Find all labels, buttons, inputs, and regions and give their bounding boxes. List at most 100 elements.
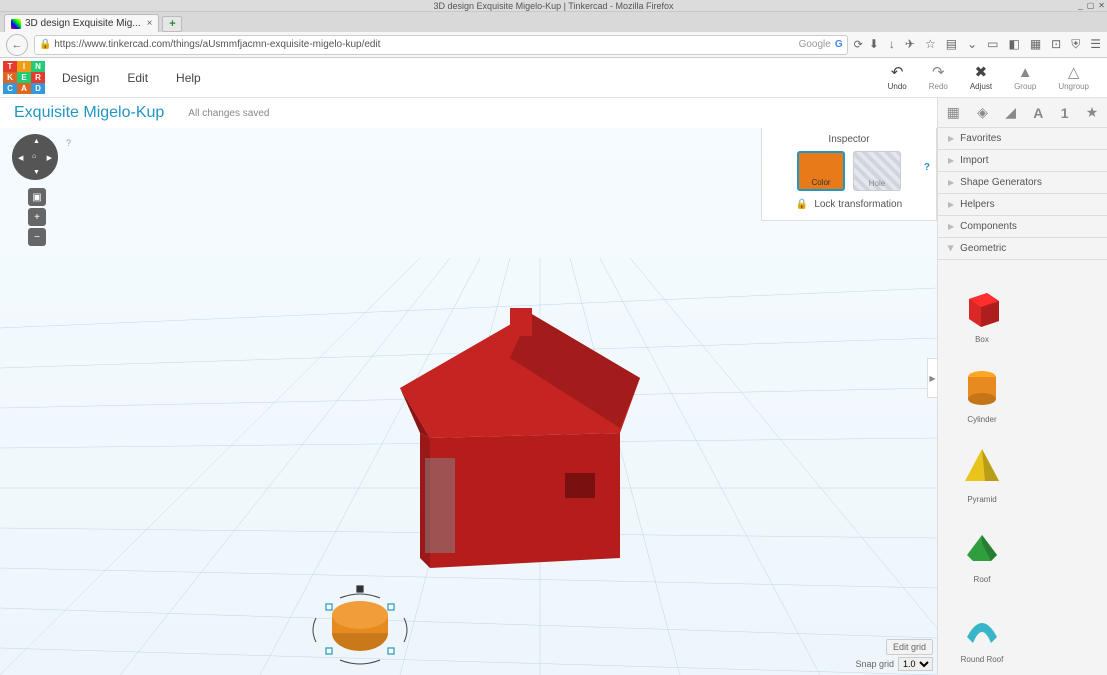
hamburger-icon[interactable]: ☰ <box>1090 37 1101 52</box>
zoom-controls: ▣ + − <box>28 188 46 246</box>
inspector-color-swatch[interactable]: Color <box>797 151 845 191</box>
bookmark-icon[interactable]: ☆ <box>925 37 936 52</box>
tab-title: 3D design Exquisite Mig... <box>25 18 141 29</box>
viewcube[interactable]: ⌂ ◀ ▶ ▲ ▼ <box>12 134 58 180</box>
inspector-hole-swatch[interactable]: Hole <box>853 151 901 191</box>
shape-round-roof[interactable]: Round Roof <box>940 584 1024 664</box>
ruler-icon[interactable]: ◢ <box>1005 104 1016 121</box>
adjust-button[interactable]: ✖Adjust <box>970 65 992 91</box>
puzzle-icon[interactable]: ⊡ <box>1051 37 1061 52</box>
zoom-in-button[interactable]: + <box>28 208 46 226</box>
zoom-out-button[interactable]: − <box>28 228 46 246</box>
shape-label: Box <box>975 335 989 344</box>
shape-label: Cylinder <box>967 415 996 424</box>
section-shape-generators[interactable]: ▶Shape Generators <box>938 172 1107 194</box>
action-bar: ↶Undo ↷Redo ✖Adjust ▲Group △Ungroup <box>888 65 1107 91</box>
url-text: https://www.tinkercad.com/things/aUsmmfj… <box>54 39 798 50</box>
sidebar-icon[interactable]: ◧ <box>1008 37 1019 52</box>
selected-cylinder <box>313 586 407 664</box>
inspector-help-icon[interactable]: ? <box>924 162 930 173</box>
section-favorites[interactable]: ▶Favorites <box>938 128 1107 150</box>
shape-cylinder[interactable]: Cylinder <box>940 344 1024 424</box>
lock-transformation-button[interactable]: 🔒 Lock transformation <box>770 199 928 210</box>
tab-favicon-icon <box>11 19 21 29</box>
browser-tabstrip: 3D design Exquisite Mig... × + <box>0 12 1107 32</box>
shape-box[interactable]: Box <box>940 264 1024 344</box>
os-titlebar: 3D design Exquisite Migelo-Kup | Tinkerc… <box>0 0 1107 12</box>
nav-back-button[interactable]: ← <box>6 34 28 56</box>
project-title[interactable]: Exquisite Migelo-Kup <box>14 104 164 122</box>
app-header: TIN KER CAD Design Edit Help ↶Undo ↷Redo… <box>0 58 1107 98</box>
shape-sphere[interactable]: Sphere <box>940 664 1024 675</box>
window-minimize-icon[interactable]: _ <box>1078 0 1082 12</box>
ungroup-button[interactable]: △Ungroup <box>1058 65 1089 91</box>
browser-toolbar: ← 🔒 https://www.tinkercad.com/things/aUs… <box>0 32 1107 58</box>
number-tool-icon[interactable]: 1 <box>1061 105 1069 121</box>
downloads-icon[interactable]: ↓ <box>889 37 895 52</box>
house-model <box>400 308 640 568</box>
library-icon[interactable]: ▤ <box>946 37 957 52</box>
redo-icon: ↷ <box>932 65 945 80</box>
google-g-icon: G <box>835 39 843 50</box>
inspector-title: Inspector <box>770 134 928 145</box>
inspector-panel: Inspector Color Hole ? 🔒 Lock transforma… <box>761 128 937 221</box>
workplane-icon[interactable]: ▦ <box>947 104 960 121</box>
shape-icon <box>957 441 1007 491</box>
menu-edit[interactable]: Edit <box>113 58 162 98</box>
window-maximize-icon[interactable]: ▢ <box>1087 0 1095 12</box>
shape-label: Round Roof <box>961 655 1004 664</box>
menu-help[interactable]: Help <box>162 58 215 98</box>
undo-button[interactable]: ↶Undo <box>888 65 907 91</box>
shape-gallery: BoxCylinderPyramidRoofRound RoofSphereWe… <box>938 260 1107 675</box>
shape-icon <box>957 281 1007 331</box>
adjust-icon: ✖ <box>975 65 988 80</box>
extension-icon[interactable]: ▦ <box>1030 37 1041 52</box>
home-icon[interactable]: ⌂ <box>32 153 36 160</box>
window-title: 3D design Exquisite Migelo-Kup | Tinkerc… <box>434 1 674 11</box>
tinkercad-logo[interactable]: TIN KER CAD <box>0 58 48 98</box>
browser-tab[interactable]: 3D design Exquisite Mig... × <box>4 14 159 32</box>
cube-view-icon[interactable]: ◈ <box>977 104 988 121</box>
canvas[interactable]: ⌂ ◀ ▶ ▲ ▼ ? ▣ + − Inspector Color Hole ?… <box>0 128 937 675</box>
section-helpers[interactable]: ▶Helpers <box>938 194 1107 216</box>
shield-icon[interactable]: ⛨ <box>1071 37 1080 52</box>
menu-bar: Design Edit Help <box>48 58 215 98</box>
toolbar-icon[interactable]: ⬇ <box>869 37 879 52</box>
help-icon[interactable]: ? <box>66 138 71 148</box>
send-icon[interactable]: ✈ <box>905 37 915 52</box>
pocket-icon[interactable]: ⌄ <box>967 37 977 52</box>
snap-grid-controls: Edit grid Snap grid 1.0 <box>855 639 933 671</box>
undo-icon: ↶ <box>891 65 904 80</box>
section-geometric[interactable]: ▶Geometric <box>938 238 1107 260</box>
save-state: All changes saved <box>188 108 269 119</box>
snap-grid-select[interactable]: 1.0 <box>898 657 933 671</box>
shape-roof[interactable]: Roof <box>940 504 1024 584</box>
shape-label: Roof <box>974 575 991 584</box>
section-import[interactable]: ▶Import <box>938 150 1107 172</box>
ungroup-icon: △ <box>1068 65 1080 80</box>
star-icon[interactable]: ★ <box>1086 104 1099 121</box>
shapes-sidebar: ▦ ◈ ◢ A 1 ★ ▶Favorites ▶Import ▶Shape Ge… <box>937 98 1107 675</box>
redo-button[interactable]: ↷Redo <box>929 65 948 91</box>
edit-grid-button[interactable]: Edit grid <box>886 639 933 655</box>
reader-icon[interactable]: ▭ <box>987 37 998 52</box>
shape-icon <box>957 361 1007 411</box>
url-bar[interactable]: 🔒 https://www.tinkercad.com/things/aUsmm… <box>34 35 848 55</box>
group-icon: ▲ <box>1018 65 1033 80</box>
section-components[interactable]: ▶Components <box>938 216 1107 238</box>
window-close-icon[interactable]: ✕ <box>1098 0 1105 12</box>
lock-icon: 🔒 <box>39 39 51 50</box>
fit-view-button[interactable]: ▣ <box>28 188 46 206</box>
lock-icon: 🔒 <box>796 199 808 210</box>
shape-icon <box>957 601 1007 651</box>
group-button[interactable]: ▲Group <box>1014 65 1036 91</box>
shape-label: Pyramid <box>967 495 996 504</box>
text-tool-icon[interactable]: A <box>1033 105 1043 121</box>
menu-design[interactable]: Design <box>48 58 113 98</box>
shape-pyramid[interactable]: Pyramid <box>940 424 1024 504</box>
new-tab-button[interactable]: + <box>162 16 182 32</box>
sidebar-collapse-handle[interactable]: ▶ <box>927 358 937 398</box>
reload-icon[interactable]: ⟳ <box>854 38 863 51</box>
tab-close-icon[interactable]: × <box>147 18 153 29</box>
search-engine-label: Google <box>799 39 831 50</box>
